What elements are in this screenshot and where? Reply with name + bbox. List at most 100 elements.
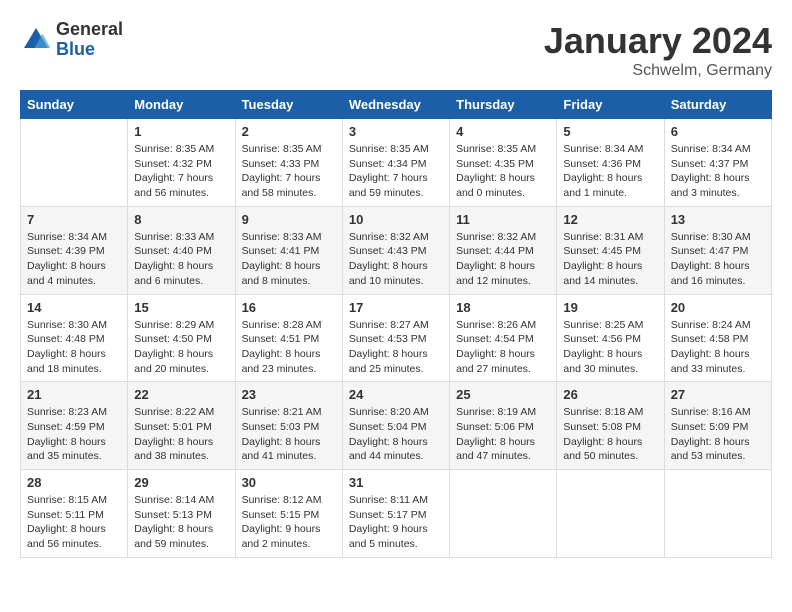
calendar-table: SundayMondayTuesdayWednesdayThursdayFrid… <box>20 90 772 558</box>
page-container: General Blue January 2024 Schwelm, Germa… <box>20 20 772 558</box>
day-info: Sunrise: 8:29 AM Sunset: 4:50 PM Dayligh… <box>134 318 228 377</box>
calendar-cell: 21 Sunrise: 8:23 AM Sunset: 4:59 PM Dayli… <box>21 382 128 470</box>
calendar-cell: 23 Sunrise: 8:21 AM Sunset: 5:03 PM Dayli… <box>235 382 342 470</box>
day-number: 7 <box>27 212 121 227</box>
day-number: 30 <box>242 475 336 490</box>
day-info: Sunrise: 8:20 AM Sunset: 5:04 PM Dayligh… <box>349 405 443 464</box>
day-info: Sunrise: 8:33 AM Sunset: 4:40 PM Dayligh… <box>134 230 228 289</box>
day-number: 10 <box>349 212 443 227</box>
calendar-cell: 20Sunrise: 8:24 AM Sunset: 4:58 PM Dayli… <box>664 294 771 382</box>
day-number: 19 <box>563 300 657 315</box>
day-header-monday: Monday <box>128 91 235 119</box>
day-header-friday: Friday <box>557 91 664 119</box>
calendar-cell: 26Sunrise: 8:18 AM Sunset: 5:08 PM Dayli… <box>557 382 664 470</box>
day-number: 1 <box>134 124 228 139</box>
day-number: 9 <box>242 212 336 227</box>
logo: General Blue <box>20 20 123 60</box>
subtitle: Schwelm, Germany <box>544 62 772 80</box>
day-number: 5 <box>563 124 657 139</box>
logo-icon <box>20 24 52 56</box>
calendar-cell: 31Sunrise: 8:11 AM Sunset: 5:17 PM Dayli… <box>342 470 449 558</box>
calendar-cell: 9Sunrise: 8:33 AM Sunset: 4:41 PM Daylig… <box>235 206 342 294</box>
day-info: Sunrise: 8:35 AM Sunset: 4:35 PM Dayligh… <box>456 142 550 201</box>
calendar-cell: 2 Sunrise: 8:35 AM Sunset: 4:33 PM Daylig… <box>235 119 342 207</box>
day-number: 15 <box>134 300 228 315</box>
logo-general-text: General <box>56 20 123 40</box>
day-info: Sunrise: 8:24 AM Sunset: 4:58 PM Dayligh… <box>671 318 765 377</box>
calendar-cell: 7 Sunrise: 8:34 AM Sunset: 4:39 PM Daylig… <box>21 206 128 294</box>
day-number: 3 <box>349 124 443 139</box>
logo-blue-text: Blue <box>56 40 123 60</box>
calendar-cell: 28Sunrise: 8:15 AM Sunset: 5:11 PM Dayli… <box>21 470 128 558</box>
day-number: 29 <box>134 475 228 490</box>
day-number: 4 <box>456 124 550 139</box>
calendar-cell: 29 Sunrise: 8:14 AM Sunset: 5:13 PM Dayli… <box>128 470 235 558</box>
calendar-cell: 18 Sunrise: 8:26 AM Sunset: 4:54 PM Dayli… <box>450 294 557 382</box>
day-info: Sunrise: 8:21 AM Sunset: 5:03 PM Dayligh… <box>242 405 336 464</box>
calendar-cell: 17 Sunrise: 8:27 AM Sunset: 4:53 PM Dayli… <box>342 294 449 382</box>
day-number: 14 <box>27 300 121 315</box>
calendar-cell: 14Sunrise: 8:30 AM Sunset: 4:48 PM Dayli… <box>21 294 128 382</box>
week-row-2: 7 Sunrise: 8:34 AM Sunset: 4:39 PM Daylig… <box>21 206 772 294</box>
day-number: 12 <box>563 212 657 227</box>
calendar-cell: 19 Sunrise: 8:25 AM Sunset: 4:56 PM Dayli… <box>557 294 664 382</box>
day-info: Sunrise: 8:16 AM Sunset: 5:09 PM Dayligh… <box>671 405 765 464</box>
calendar-cell: 24 Sunrise: 8:20 AM Sunset: 5:04 PM Dayli… <box>342 382 449 470</box>
day-info: Sunrise: 8:14 AM Sunset: 5:13 PM Dayligh… <box>134 493 228 552</box>
day-info: Sunrise: 8:32 AM Sunset: 4:43 PM Dayligh… <box>349 230 443 289</box>
calendar-cell <box>21 119 128 207</box>
day-info: Sunrise: 8:35 AM Sunset: 4:32 PM Dayligh… <box>134 142 228 201</box>
calendar-cell <box>664 470 771 558</box>
week-row-5: 28Sunrise: 8:15 AM Sunset: 5:11 PM Dayli… <box>21 470 772 558</box>
day-number: 18 <box>456 300 550 315</box>
day-info: Sunrise: 8:34 AM Sunset: 4:39 PM Dayligh… <box>27 230 121 289</box>
calendar-cell: 12 Sunrise: 8:31 AM Sunset: 4:45 PM Dayli… <box>557 206 664 294</box>
calendar-cell: 27Sunrise: 8:16 AM Sunset: 5:09 PM Dayli… <box>664 382 771 470</box>
calendar-cell: 10 Sunrise: 8:32 AM Sunset: 4:43 PM Dayli… <box>342 206 449 294</box>
day-info: Sunrise: 8:30 AM Sunset: 4:47 PM Dayligh… <box>671 230 765 289</box>
day-number: 28 <box>27 475 121 490</box>
day-info: Sunrise: 8:12 AM Sunset: 5:15 PM Dayligh… <box>242 493 336 552</box>
calendar-cell <box>557 470 664 558</box>
calendar-cell: 11Sunrise: 8:32 AM Sunset: 4:44 PM Dayli… <box>450 206 557 294</box>
calendar-cell: 6 Sunrise: 8:34 AM Sunset: 4:37 PM Daylig… <box>664 119 771 207</box>
day-info: Sunrise: 8:11 AM Sunset: 5:17 PM Dayligh… <box>349 493 443 552</box>
title-section: January 2024 Schwelm, Germany <box>544 20 772 80</box>
calendar-cell: 8Sunrise: 8:33 AM Sunset: 4:40 PM Daylig… <box>128 206 235 294</box>
day-number: 22 <box>134 387 228 402</box>
day-info: Sunrise: 8:25 AM Sunset: 4:56 PM Dayligh… <box>563 318 657 377</box>
calendar-cell: 5 Sunrise: 8:34 AM Sunset: 4:36 PM Daylig… <box>557 119 664 207</box>
day-number: 21 <box>27 387 121 402</box>
calendar-cell: 4 Sunrise: 8:35 AM Sunset: 4:35 PM Daylig… <box>450 119 557 207</box>
day-number: 26 <box>563 387 657 402</box>
day-number: 6 <box>671 124 765 139</box>
calendar-cell: 1 Sunrise: 8:35 AM Sunset: 4:32 PM Daylig… <box>128 119 235 207</box>
day-number: 2 <box>242 124 336 139</box>
calendar-cell: 13Sunrise: 8:30 AM Sunset: 4:47 PM Dayli… <box>664 206 771 294</box>
day-header-tuesday: Tuesday <box>235 91 342 119</box>
day-header-thursday: Thursday <box>450 91 557 119</box>
day-info: Sunrise: 8:23 AM Sunset: 4:59 PM Dayligh… <box>27 405 121 464</box>
day-header-saturday: Saturday <box>664 91 771 119</box>
day-header-sunday: Sunday <box>21 91 128 119</box>
day-number: 24 <box>349 387 443 402</box>
day-info: Sunrise: 8:19 AM Sunset: 5:06 PM Dayligh… <box>456 405 550 464</box>
day-info: Sunrise: 8:27 AM Sunset: 4:53 PM Dayligh… <box>349 318 443 377</box>
day-number: 25 <box>456 387 550 402</box>
day-info: Sunrise: 8:26 AM Sunset: 4:54 PM Dayligh… <box>456 318 550 377</box>
day-info: Sunrise: 8:31 AM Sunset: 4:45 PM Dayligh… <box>563 230 657 289</box>
day-info: Sunrise: 8:34 AM Sunset: 4:37 PM Dayligh… <box>671 142 765 201</box>
week-row-3: 14Sunrise: 8:30 AM Sunset: 4:48 PM Dayli… <box>21 294 772 382</box>
logo-text: General Blue <box>56 20 123 60</box>
calendar-cell: 30 Sunrise: 8:12 AM Sunset: 5:15 PM Dayli… <box>235 470 342 558</box>
calendar-cell: 16Sunrise: 8:28 AM Sunset: 4:51 PM Dayli… <box>235 294 342 382</box>
day-info: Sunrise: 8:34 AM Sunset: 4:36 PM Dayligh… <box>563 142 657 201</box>
week-row-1: 1 Sunrise: 8:35 AM Sunset: 4:32 PM Daylig… <box>21 119 772 207</box>
day-number: 16 <box>242 300 336 315</box>
week-row-4: 21 Sunrise: 8:23 AM Sunset: 4:59 PM Dayli… <box>21 382 772 470</box>
header: General Blue January 2024 Schwelm, Germa… <box>20 20 772 80</box>
day-number: 23 <box>242 387 336 402</box>
day-info: Sunrise: 8:35 AM Sunset: 4:33 PM Dayligh… <box>242 142 336 201</box>
calendar-cell: 22Sunrise: 8:22 AM Sunset: 5:01 PM Dayli… <box>128 382 235 470</box>
day-number: 17 <box>349 300 443 315</box>
